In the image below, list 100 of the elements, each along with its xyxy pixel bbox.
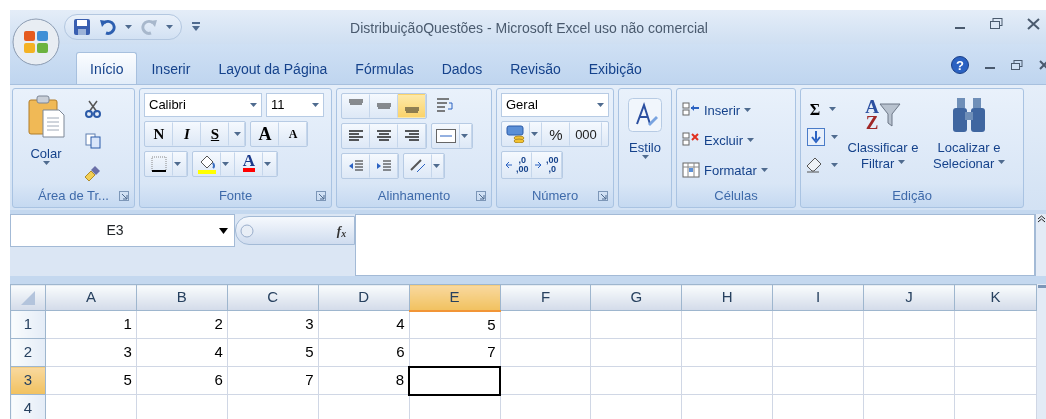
table-cell[interactable]: 4 [136, 338, 228, 367]
fill-color-dropdown[interactable] [221, 152, 235, 176]
column-header[interactable]: J [863, 284, 955, 311]
row-header[interactable]: 3 [10, 366, 46, 395]
fill-button[interactable] [805, 125, 827, 149]
column-header[interactable]: G [590, 284, 682, 311]
table-cell[interactable]: 5 [45, 366, 137, 395]
ribbon-tab[interactable]: Exibição [574, 52, 656, 84]
undo-icon[interactable] [99, 19, 117, 35]
column-header[interactable]: B [136, 284, 228, 311]
sort-filter-button[interactable]: A Z Classificar e Filtrar [842, 93, 924, 185]
customize-toolbar-icon[interactable] [192, 22, 200, 32]
table-cell[interactable]: 6 [136, 366, 228, 395]
cell-format-button[interactable]: Formatar [681, 157, 769, 183]
column-header[interactable]: A [45, 284, 137, 311]
column-header[interactable]: F [500, 284, 591, 311]
table-cell[interactable]: 5 [409, 310, 500, 339]
row-header[interactable]: 1 [10, 310, 46, 339]
currency-dropdown[interactable] [530, 122, 542, 146]
autosum-button[interactable]: Σ [805, 97, 825, 121]
close-icon[interactable] [1039, 60, 1046, 70]
align-bottom-button[interactable] [398, 94, 426, 118]
insert-function-button[interactable]: f$_{x}$ [336, 220, 346, 241]
merge-dropdown[interactable] [460, 124, 472, 148]
cell-styles-button[interactable]: Estilo [623, 93, 667, 185]
caret-icon [222, 162, 229, 166]
table-cell[interactable]: 1 [45, 310, 137, 339]
caret-icon [831, 163, 838, 167]
dialog-launcher-icon[interactable] [476, 191, 486, 201]
group-label: Área de Tr... [38, 187, 109, 206]
find-select-button[interactable]: Localizar e Selecionar [928, 93, 1010, 185]
delete-cells-icon [682, 132, 700, 148]
column-header[interactable]: I [772, 284, 864, 311]
formula-input-field[interactable] [355, 214, 1035, 276]
wrap-text-icon [436, 97, 454, 113]
borders-dropdown[interactable] [173, 152, 187, 176]
column-header[interactable]: H [681, 284, 773, 311]
help-button[interactable]: ? [951, 56, 969, 74]
table-cell[interactable]: 6 [318, 338, 410, 367]
increase-indent-icon [376, 158, 392, 174]
cell-insert-button[interactable]: Inserir [681, 97, 769, 123]
number-format-field[interactable]: Geral [501, 93, 609, 117]
column-header[interactable]: C [227, 284, 319, 311]
column-header[interactable]: K [954, 284, 1037, 311]
row-header[interactable]: 2 [10, 338, 46, 367]
thousands-button[interactable]: 000 [570, 122, 602, 146]
dialog-launcher-icon[interactable] [598, 191, 608, 201]
underline-button[interactable]: S [201, 122, 229, 146]
bold-button[interactable]: N [145, 122, 173, 146]
restore-icon[interactable] [1011, 60, 1023, 70]
caret-icon [166, 25, 173, 29]
align-bottom-icon [404, 107, 420, 113]
ribbon-tab[interactable]: Fórmulas [341, 52, 428, 84]
table-cell[interactable]: 7 [227, 366, 319, 395]
dialog-launcher-icon[interactable] [316, 191, 326, 201]
arrow-icon [535, 162, 542, 168]
column-header[interactable]: D [318, 284, 410, 311]
orientation-dropdown[interactable] [432, 154, 444, 178]
table-cell[interactable]: 5 [227, 338, 319, 367]
ribbon-tab[interactable]: Revisão [496, 52, 575, 84]
splitter-handle-icon [240, 223, 254, 238]
table-cell[interactable]: 2 [136, 310, 228, 339]
table-cell[interactable] [409, 366, 500, 395]
caret-icon [831, 135, 838, 139]
table-cell[interactable]: 3 [227, 310, 319, 339]
restore-icon[interactable] [990, 18, 1003, 30]
ribbon-tab[interactable]: Dados [427, 52, 497, 84]
decrease-decimal-button[interactable]: ,00 ,0 [532, 152, 562, 178]
paste-button[interactable]: Colar [17, 93, 75, 185]
group-label: Edição [892, 187, 932, 206]
table-cell[interactable]: 4 [318, 310, 410, 339]
column-header[interactable]: E [409, 284, 500, 311]
save-icon[interactable] [73, 18, 91, 36]
borders-icon [151, 156, 167, 172]
cell-delete-button[interactable]: Excluir [681, 127, 769, 153]
font-name-field[interactable]: Calibri [144, 93, 262, 117]
ribbon-tab[interactable]: Inserir [137, 52, 205, 84]
font-color-button[interactable]: A [235, 152, 263, 176]
caret-icon [531, 132, 538, 136]
ribbon-tab[interactable]: Layout da Página [204, 52, 342, 84]
close-icon[interactable] [1027, 18, 1040, 30]
name-box[interactable]: E3 [10, 214, 235, 247]
formula-bar-splitter[interactable]: f$_{x}$ [235, 216, 355, 245]
percent-button[interactable]: % [542, 122, 570, 146]
font-color-dropdown[interactable] [263, 152, 277, 176]
table-cell[interactable]: 3 [45, 338, 137, 367]
group-label: Células [714, 187, 758, 206]
ribbon-tab[interactable]: Início [76, 52, 138, 84]
caret-icon [829, 107, 836, 111]
align-center-icon [376, 128, 392, 144]
dialog-launcher-icon[interactable] [119, 191, 129, 201]
increase-decimal-button[interactable]: ,0 ,00 [502, 152, 532, 178]
italic-button[interactable]: I [173, 122, 201, 146]
row-header[interactable]: 4 [10, 394, 46, 419]
collapse-icon[interactable] [1036, 214, 1046, 223]
grow-font-button[interactable]: A [251, 122, 279, 146]
font-size-field[interactable]: 11 [266, 93, 324, 117]
caret-icon [125, 25, 132, 29]
shrink-font-button[interactable]: A [279, 122, 307, 146]
decrease-indent-icon [348, 158, 364, 174]
